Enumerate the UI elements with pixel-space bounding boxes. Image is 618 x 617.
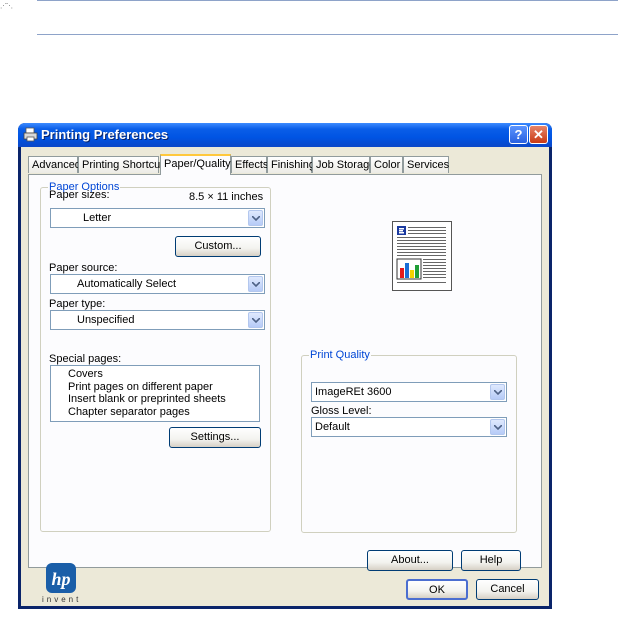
chevron-down-icon[interactable] (248, 312, 263, 328)
paper-source-select[interactable]: Automatically Select (50, 274, 265, 294)
close-button[interactable]: ✕ (529, 125, 548, 144)
gloss-level-label: Gloss Level: (311, 405, 372, 417)
tab-printing-shortcuts[interactable]: Printing Shortcuts (78, 156, 169, 173)
paper-sizes-label: Paper sizes: (49, 189, 110, 201)
print-quality-label: Print Quality (309, 349, 371, 361)
header-rule-top (37, 0, 618, 1)
printer-icon (23, 127, 38, 142)
gloss-level-value: Default (315, 421, 350, 433)
chevron-down-icon[interactable] (490, 419, 505, 435)
page-preview-image (392, 221, 452, 291)
chevron-down-icon[interactable] (248, 276, 263, 292)
tab-finishing[interactable]: Finishing (267, 156, 315, 173)
tab-paper-quality[interactable]: Paper/Quality (160, 154, 231, 175)
paper-size-dimensions: 8.5 × 11 inches (189, 191, 264, 203)
settings-button[interactable]: Settings... (169, 427, 261, 448)
svg-text:hp: hp (51, 569, 70, 589)
paper-size-select[interactable]: Letter (50, 208, 265, 228)
tab-services[interactable]: Services (403, 156, 449, 173)
dialog-title: Printing Preferences (41, 127, 169, 142)
chevron-down-icon[interactable] (248, 210, 263, 226)
tab-job-storage[interactable]: Job Storage (312, 156, 375, 173)
hp-logo: hp invent (34, 563, 90, 610)
special-pages-list[interactable]: Covers Print pages on different paper In… (50, 365, 260, 422)
cancel-button[interactable]: Cancel (476, 579, 539, 600)
paper-size-value: Letter (83, 212, 112, 224)
help-button[interactable]: Help (461, 550, 521, 571)
title-bar[interactable]: Printing Preferences ? ✕ (18, 123, 552, 147)
print-quality-select[interactable]: ImageREt 3600 (311, 382, 507, 402)
about-button[interactable]: About... (367, 550, 453, 571)
paper-type-select[interactable]: Unspecified (50, 310, 265, 330)
paper-type-label: Paper type: (49, 298, 106, 310)
chevron-down-icon[interactable] (490, 384, 505, 400)
logo-tagline: invent (42, 595, 82, 604)
dialog-client: Advanced Printing Shortcuts Paper/Qualit… (21, 147, 549, 606)
help-title-button[interactable]: ? (509, 125, 528, 144)
special-pages-label: Special pages: (49, 353, 122, 365)
header-rule-bottom (37, 34, 618, 35)
list-item[interactable]: Print pages on different paper (68, 381, 213, 393)
list-item[interactable]: Covers (68, 368, 103, 380)
tab-effects[interactable]: Effects (231, 156, 268, 173)
paper-source-label: Paper source: (49, 262, 118, 274)
list-item[interactable]: Chapter separator pages (68, 406, 190, 418)
document-preview-icon (396, 226, 446, 283)
paper-type-value: Unspecified (77, 314, 135, 326)
paper-quality-panel: Paper Options Paper sizes: 8.5 × 11 inch… (28, 174, 542, 568)
gloss-level-select[interactable]: Default (311, 417, 507, 437)
page-corner-mark: ⋰⋱ (0, 3, 13, 10)
tab-advanced[interactable]: Advanced (28, 156, 81, 173)
print-quality-value: ImageREt 3600 (315, 386, 392, 398)
custom-button[interactable]: Custom... (175, 236, 261, 257)
tab-color[interactable]: Color (370, 156, 403, 173)
list-item[interactable]: Insert blank or preprinted sheets (68, 393, 226, 405)
printing-preferences-dialog: Printing Preferences ? ✕ Advanced Printi… (18, 123, 552, 609)
paper-source-value: Automatically Select (77, 278, 177, 290)
ok-button[interactable]: OK (406, 579, 468, 600)
